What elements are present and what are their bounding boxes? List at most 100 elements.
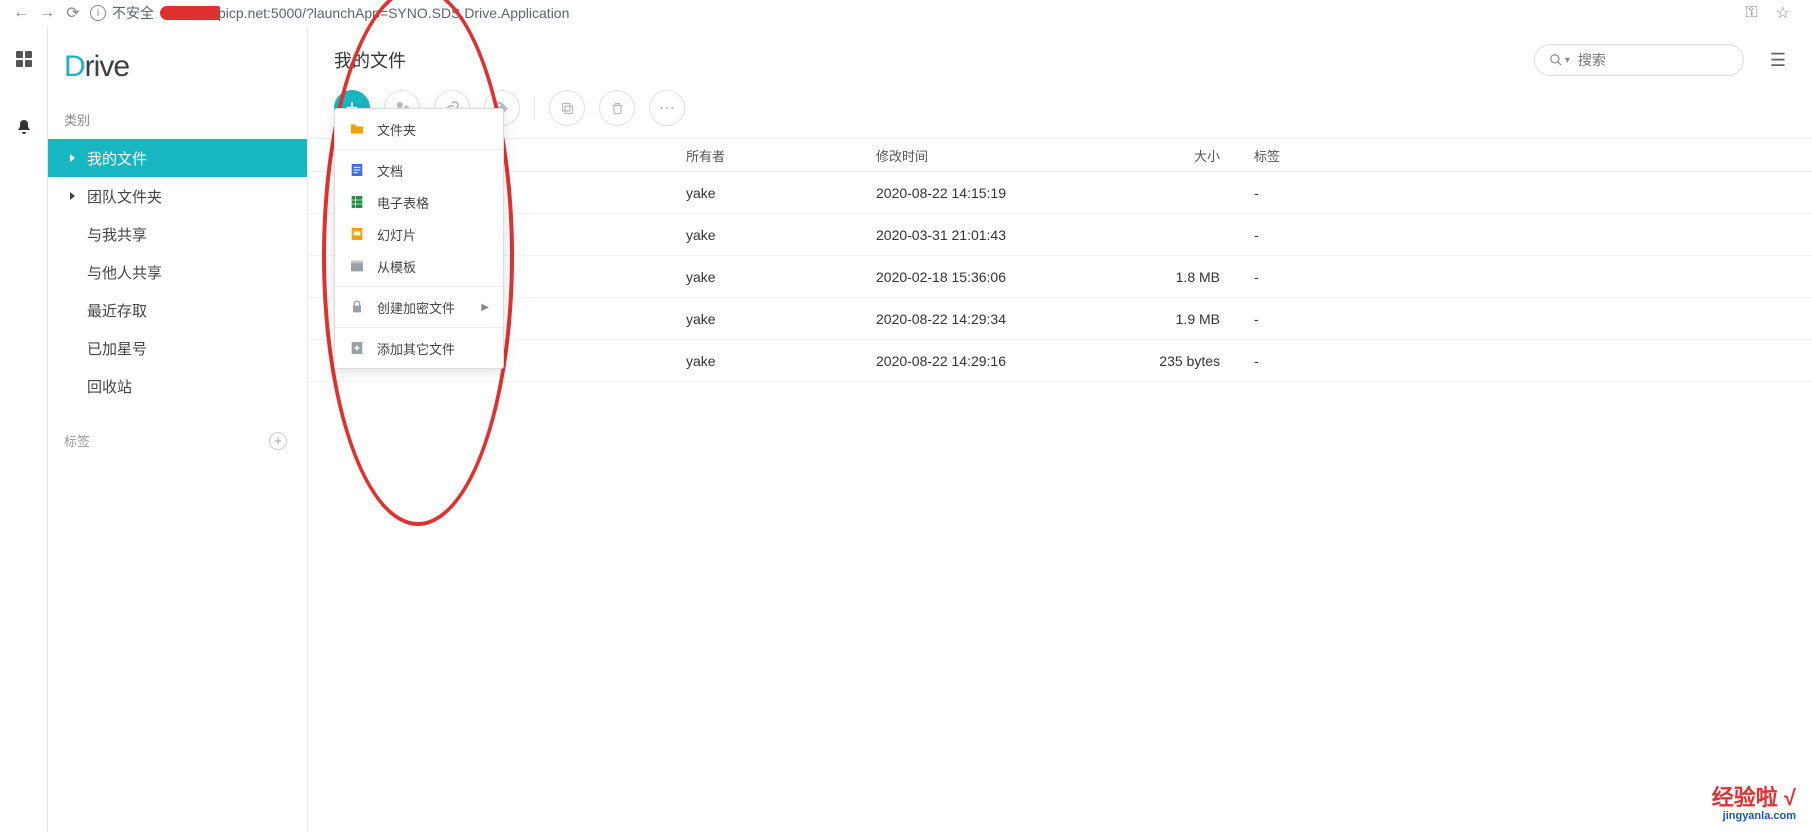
cell-tag: - <box>1244 185 1812 201</box>
sidebar-item-4[interactable]: 最近存取 <box>48 291 307 329</box>
sidebar-item-label: 最近存取 <box>87 300 147 321</box>
cell-modified: 2020-03-31 21:01:43 <box>876 227 1060 243</box>
bell-icon[interactable] <box>15 118 33 136</box>
chevron-right-icon <box>70 192 75 200</box>
cell-owner: yake <box>686 311 876 327</box>
search-box[interactable]: ▾ <box>1534 44 1744 76</box>
table-header: 名称 所有者 修改时间 大小 标签 <box>308 138 1812 172</box>
sidebar-item-label: 我的文件 <box>87 148 147 169</box>
sidebar-item-5[interactable]: 已加星号 <box>48 329 307 367</box>
search-caret-icon: ▾ <box>1565 55 1570 66</box>
category-label: 类别 <box>48 102 307 139</box>
menu-item-lock[interactable]: 创建加密文件 ▶ <box>335 291 503 323</box>
cell-modified: 2020-02-18 15:36:06 <box>876 269 1060 285</box>
cell-owner: yake <box>686 227 876 243</box>
info-icon: i <box>90 5 106 21</box>
menu-item-tmpl[interactable]: 从模板 <box>335 250 503 282</box>
menu-item-label: 创建加密文件 <box>377 298 455 317</box>
copy-button[interactable] <box>549 90 585 126</box>
col-owner[interactable]: 所有者 <box>686 146 876 165</box>
folder-icon <box>349 121 365 137</box>
menu-item-slide[interactable]: 幻灯片 <box>335 218 503 250</box>
browser-bar: ← → ⟳ i 不安全 picp.net:5000/?launchApp=SYN… <box>0 0 1812 26</box>
sidebar-item-label: 团队文件夹 <box>87 186 162 207</box>
menu-item-sheet[interactable]: 电子表格 <box>335 186 503 218</box>
back-icon[interactable]: ← <box>8 4 34 22</box>
menu-item-add[interactable]: 添加其它文件 <box>335 332 503 364</box>
sidebar-item-label: 与我共享 <box>87 224 147 245</box>
cell-tag: - <box>1244 227 1812 243</box>
toolbar: + ⋯ <box>308 76 1812 138</box>
sidebar-item-6[interactable]: 回收站 <box>48 367 307 405</box>
add-tag-button[interactable]: + <box>269 432 287 450</box>
watermark: 经验啦 √ jingyanla.com <box>1712 787 1796 822</box>
sidebar-item-3[interactable]: 与他人共享 <box>48 253 307 291</box>
cell-size: 235 bytes <box>1060 353 1244 369</box>
forward-icon[interactable]: → <box>34 4 60 22</box>
sidebar: Drive 类别 我的文件团队文件夹与我共享与他人共享最近存取已加星号回收站 标… <box>48 26 308 832</box>
menu-icon[interactable]: ☰ <box>1770 50 1786 71</box>
address-bar[interactable]: i 不安全 picp.net:5000/?launchApp=SYNO.SDS.… <box>90 3 1745 23</box>
sheet-icon <box>349 194 365 210</box>
search-input[interactable] <box>1578 52 1718 68</box>
sidebar-item-0[interactable]: 我的文件 <box>48 139 307 177</box>
tag-section-label: 标签 <box>64 431 90 450</box>
cell-owner: yake <box>686 269 876 285</box>
cell-owner: yake <box>686 353 876 369</box>
table-row[interactable]: yake2020-08-22 14:15:19 - <box>308 172 1812 214</box>
sidebar-item-label: 回收站 <box>87 376 132 397</box>
cell-size: 1.9 MB <box>1060 311 1244 327</box>
col-size[interactable]: 大小 <box>1060 146 1244 165</box>
page-title: 我的文件 <box>334 47 1534 73</box>
cell-modified: 2020-08-22 14:15:19 <box>876 185 1060 201</box>
table-row[interactable]: yake2020-03-31 21:01:43 - <box>308 214 1812 256</box>
table-row[interactable]: - 2.18方向一.docxyake2020-02-18 15:36:061.8… <box>308 256 1812 298</box>
menu-item-label: 电子表格 <box>377 193 429 212</box>
menu-item-label: 文档 <box>377 161 403 180</box>
unsafe-label: 不安全 <box>112 3 154 23</box>
star-icon[interactable]: ☆ <box>1776 3 1790 23</box>
cell-tag: - <box>1244 353 1812 369</box>
menu-item-label: 从模板 <box>377 257 416 276</box>
menu-item-label: 添加其它文件 <box>377 339 455 358</box>
add-icon <box>349 340 365 356</box>
file-list: yake2020-08-22 14:15:19-yake2020-03-31 2… <box>308 172 1812 382</box>
create-menu: 文件夹文档电子表格幻灯片从模板创建加密文件 ▶ 添加其它文件 <box>334 108 504 369</box>
sidebar-item-label: 已加星号 <box>87 338 147 359</box>
sidebar-item-1[interactable]: 团队文件夹 <box>48 177 307 215</box>
url-text: picp.net:5000/?launchApp=SYNO.SDS.Drive.… <box>218 5 569 21</box>
table-row[interactable]: yake2020-08-22 14:29:16235 bytes- <box>308 340 1812 382</box>
sidebar-nav: 我的文件团队文件夹与我共享与他人共享最近存取已加星号回收站 <box>48 139 307 405</box>
sidebar-item-2[interactable]: 与我共享 <box>48 215 307 253</box>
cell-size: 1.8 MB <box>1060 269 1244 285</box>
reload-icon[interactable]: ⟳ <box>60 3 86 23</box>
redacted-host <box>160 6 220 20</box>
cell-tag: - <box>1244 269 1812 285</box>
menu-item-doc[interactable]: 文档 <box>335 154 503 186</box>
col-modified[interactable]: 修改时间 <box>876 146 1060 165</box>
chevron-right-icon: ▶ <box>481 302 489 313</box>
app-rail <box>0 26 48 832</box>
delete-button[interactable] <box>599 90 635 126</box>
cell-owner: yake <box>686 185 876 201</box>
main-area: 我的文件 ▾ ☰ + ⋯ 名称 所有者 修改时间 大小 <box>308 26 1812 832</box>
cell-modified: 2020-08-22 14:29:16 <box>876 353 1060 369</box>
chevron-right-icon <box>70 154 75 162</box>
tmpl-icon <box>349 258 365 274</box>
menu-item-label: 幻灯片 <box>377 225 416 244</box>
key-icon[interactable]: ⚿ <box>1745 4 1757 22</box>
search-icon <box>1549 53 1563 67</box>
table-row[interactable]: - 2.18方向一yake2020-08-22 14:29:341.9 MB- <box>308 298 1812 340</box>
apps-icon[interactable] <box>15 50 33 68</box>
app-logo: Drive <box>48 42 307 102</box>
cell-modified: 2020-08-22 14:29:34 <box>876 311 1060 327</box>
slide-icon <box>349 226 365 242</box>
menu-item-folder[interactable]: 文件夹 <box>335 113 503 145</box>
cell-tag: - <box>1244 311 1812 327</box>
lock-icon <box>349 299 365 315</box>
menu-item-label: 文件夹 <box>377 120 416 139</box>
sidebar-item-label: 与他人共享 <box>87 262 162 283</box>
more-button[interactable]: ⋯ <box>649 90 685 126</box>
col-tag[interactable]: 标签 <box>1244 146 1812 165</box>
doc-icon <box>349 162 365 178</box>
